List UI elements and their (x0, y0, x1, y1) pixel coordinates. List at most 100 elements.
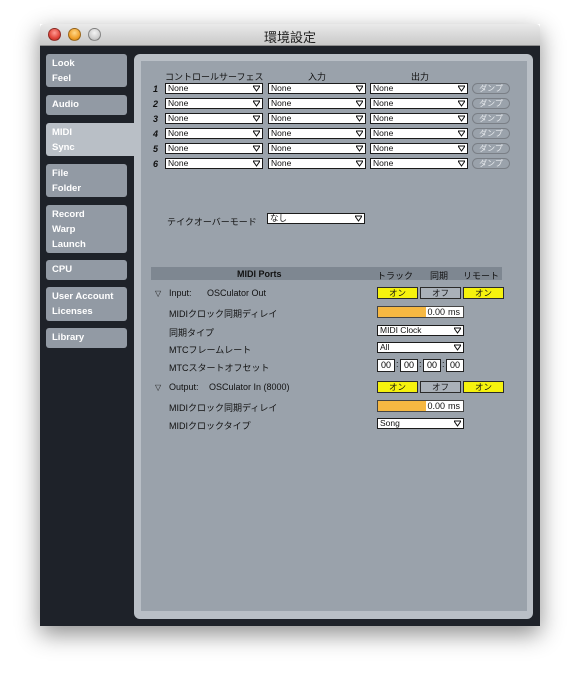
control-surface-dropdown[interactable]: None (165, 98, 263, 109)
takeover-mode-dropdown[interactable]: なし (267, 213, 365, 224)
sync-type-label: 同期タイプ (169, 328, 215, 338)
input-port-value: None (271, 98, 292, 108)
column-remote-header: リモート (463, 271, 500, 281)
input-port-name: OSCulator Out (207, 288, 267, 298)
column-track-header: トラック (377, 271, 414, 281)
chevron-down-icon (253, 160, 260, 167)
tab-cpu[interactable]: CPU (46, 260, 127, 280)
tab-file-folder[interactable]: File Folder (46, 164, 127, 197)
chevron-down-icon (356, 85, 363, 92)
output-port-dropdown[interactable]: None (370, 143, 468, 154)
tab-library-label: Library (52, 332, 85, 343)
collapse-triangle-icon[interactable]: ▽ (155, 383, 161, 392)
chevron-down-icon (458, 85, 465, 92)
midi-ports-header: MIDI Ports (237, 269, 282, 279)
tab-record-warp-launch[interactable]: Record Warp Launch (46, 205, 127, 253)
control-surface-value: None (168, 98, 189, 108)
input-port-dropdown[interactable]: None (268, 143, 366, 154)
control-surface-dropdown[interactable]: None (165, 158, 263, 169)
control-surface-dropdown[interactable]: None (165, 128, 263, 139)
clock-type-label: MIDIクロックタイプ (169, 421, 251, 431)
output-clock-delay-label: MIDIクロック同期ディレイ (169, 403, 278, 413)
output-port-dropdown[interactable]: None (370, 98, 468, 109)
tab-record-line3: Launch (52, 239, 86, 250)
chevron-down-icon (253, 115, 260, 122)
output-port-value: None (373, 113, 394, 123)
timecode-separator: : (442, 359, 445, 369)
output-port-value: None (373, 158, 394, 168)
input-track-toggle[interactable]: オン (377, 287, 418, 299)
input-port-value: None (271, 113, 292, 123)
output-track-toggle[interactable]: オン (377, 381, 418, 393)
input-port-value: None (271, 128, 292, 138)
tab-look-feel-line2: Feel (52, 73, 72, 84)
dump-button[interactable]: ダンプ (472, 158, 510, 169)
tab-midi-sync-line1: MIDI (52, 127, 73, 138)
dump-button[interactable]: ダンプ (472, 83, 510, 94)
tab-midi-sync[interactable]: MIDI Sync (46, 123, 136, 156)
column-sync-header: 同期 (430, 271, 449, 281)
tab-cpu-label: CPU (52, 264, 73, 275)
chevron-down-icon (253, 130, 260, 137)
tab-record-line2: Warp (52, 224, 76, 235)
output-clock-delay-field[interactable]: 0.00 ms (377, 400, 464, 412)
dump-button[interactable]: ダンプ (472, 113, 510, 124)
chevron-down-icon (356, 100, 363, 107)
input-port-dropdown[interactable]: None (268, 158, 366, 169)
input-remote-toggle[interactable]: オン (463, 287, 504, 299)
input-port-label: Input: (169, 288, 192, 298)
sync-type-dropdown[interactable]: MIDI Clock (377, 325, 464, 336)
output-port-dropdown[interactable]: None (370, 83, 468, 94)
window-title: 環境設定 (263, 31, 316, 46)
tab-file-folder-line1: File (52, 168, 69, 179)
tab-audio[interactable]: Audio (46, 95, 127, 115)
midi-ports-header-bar (151, 267, 502, 280)
output-clock-delay-unit: ms (448, 401, 460, 411)
control-surface-dropdown[interactable]: None (165, 113, 263, 124)
control-surface-dropdown[interactable]: None (165, 83, 263, 94)
input-port-dropdown[interactable]: None (268, 98, 366, 109)
tab-look-feel[interactable]: Look Feel (46, 54, 127, 87)
control-surface-value: None (168, 128, 189, 138)
mtc-framerate-dropdown[interactable]: All (377, 342, 464, 353)
chevron-down-icon (454, 420, 461, 427)
input-sync-toggle[interactable]: オフ (420, 287, 461, 299)
output-port-dropdown[interactable]: None (370, 128, 468, 139)
tab-library[interactable]: Library (46, 328, 127, 348)
mtc-offset-minutes[interactable]: 00 (400, 359, 418, 372)
tab-file-folder-line2: Folder (52, 183, 82, 194)
input-port-dropdown[interactable]: None (268, 128, 366, 139)
dump-button[interactable]: ダンプ (472, 98, 510, 109)
output-remote-toggle[interactable]: オン (463, 381, 504, 393)
header-control-surface: コントロールサーフェス (165, 72, 264, 82)
input-clock-delay-field[interactable]: 0.00 ms (377, 306, 464, 318)
takeover-mode-value: なし (270, 213, 288, 223)
chevron-down-icon (253, 85, 260, 92)
tab-user-account-licenses[interactable]: User Account Licenses (46, 287, 127, 321)
output-sync-toggle[interactable]: オフ (420, 381, 461, 393)
takeover-mode-label: テイクオーバーモード (167, 217, 257, 227)
output-port-value: None (373, 98, 394, 108)
chevron-down-icon (356, 130, 363, 137)
chevron-down-icon (253, 145, 260, 152)
mtc-offset-seconds[interactable]: 00 (423, 359, 441, 372)
mtc-framerate-value: All (380, 342, 390, 352)
dump-button[interactable]: ダンプ (472, 143, 510, 154)
output-port-dropdown[interactable]: None (370, 158, 468, 169)
chevron-down-icon (355, 215, 362, 222)
input-port-dropdown[interactable]: None (268, 83, 366, 94)
chevron-down-icon (356, 145, 363, 152)
mtc-offset-frames[interactable]: 00 (446, 359, 464, 372)
surface-row-number: 2 (153, 99, 159, 109)
dump-button[interactable]: ダンプ (472, 128, 510, 139)
output-port-dropdown[interactable]: None (370, 113, 468, 124)
tab-user-account-line1: User Account (52, 291, 114, 302)
title-bar[interactable]: 環境設定 (40, 24, 540, 46)
mtc-offset-hours[interactable]: 00 (377, 359, 395, 372)
control-surface-dropdown[interactable]: None (165, 143, 263, 154)
collapse-triangle-icon[interactable]: ▽ (155, 289, 161, 298)
output-port-value: None (373, 143, 394, 153)
window-content: Look Feel Audio MIDI Sync File Folder Re… (40, 46, 540, 626)
clock-type-dropdown[interactable]: Song (377, 418, 464, 429)
input-port-dropdown[interactable]: None (268, 113, 366, 124)
